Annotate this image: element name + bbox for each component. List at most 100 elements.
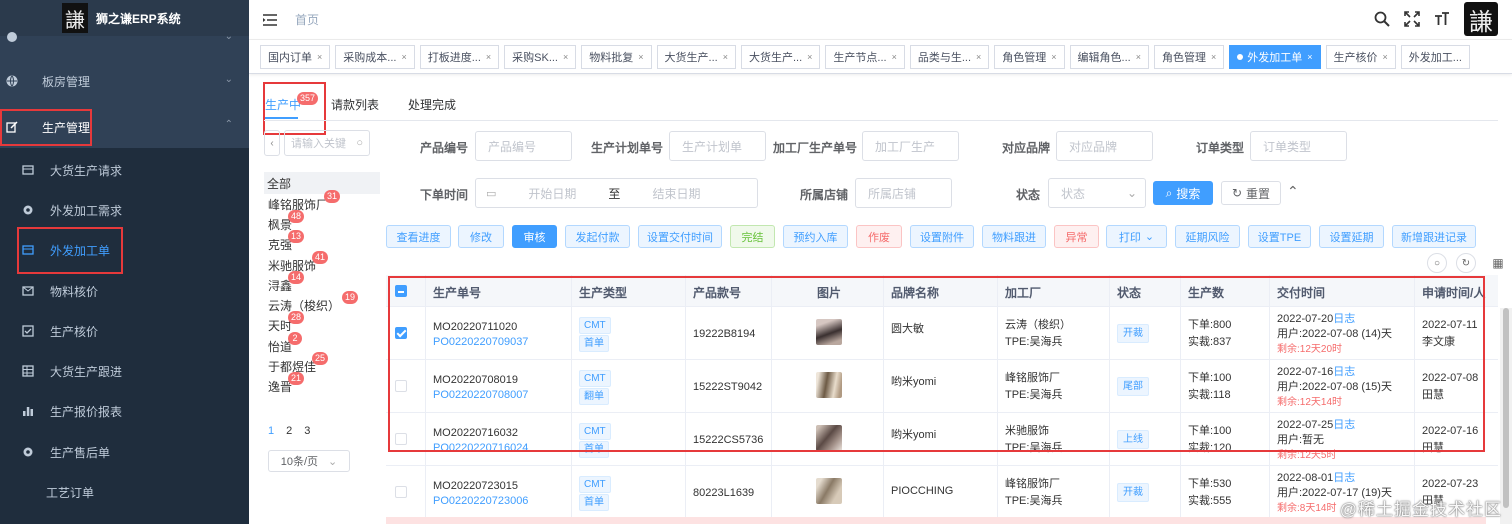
vendor-item[interactable]: 米驰服饰 41 (264, 250, 380, 275)
tag-item[interactable]: 角色管理 × (994, 44, 1065, 69)
close-icon[interactable]: × (401, 52, 406, 62)
tag-item[interactable]: 采购SK... × (504, 44, 577, 69)
set-tpe-button[interactable]: 设置TPE (1248, 225, 1311, 248)
reset-button[interactable]: ↻ 重置 (1221, 181, 1281, 205)
sidebar-item-outsource-order[interactable]: 外发加工单 (0, 230, 249, 270)
breadcrumb[interactable]: 首页 (295, 11, 319, 28)
sidebar-item-production[interactable]: 生产管理 ⌃ (0, 108, 249, 146)
row-checkbox[interactable] (395, 327, 407, 339)
search-icon[interactable]: ○ (1427, 253, 1447, 273)
add-followup-button[interactable]: 新增跟进记录 (1392, 225, 1476, 248)
product-image[interactable] (816, 372, 842, 398)
close-icon[interactable]: × (892, 52, 897, 62)
close-icon[interactable]: × (807, 52, 812, 62)
close-icon[interactable]: × (563, 52, 568, 62)
row-checkbox[interactable] (395, 433, 407, 445)
close-icon[interactable]: × (1383, 52, 1388, 62)
page-size-select[interactable]: 10条/页 ⌄ (268, 450, 350, 472)
material-followup-button[interactable]: 物料跟进 (982, 225, 1046, 248)
log-link[interactable]: 日志 (1333, 472, 1355, 484)
sidebar-item-board-room[interactable]: 板房管理 ⌄ (0, 62, 249, 100)
sidebar-item-production-pricing[interactable]: 生产核价 (0, 311, 249, 351)
table-row[interactable]: MO20220711020 PO0220220709037 CMT 首单 1922… (386, 307, 1498, 360)
close-icon[interactable]: × (1211, 52, 1216, 62)
column-settings-icon[interactable]: ▦ (1488, 253, 1508, 273)
vendor-item[interactable]: 枫景 48 (264, 209, 380, 234)
schedule-inbound-button[interactable]: 预约入库 (783, 225, 848, 248)
po-link[interactable]: PO0220220708007 (433, 387, 528, 403)
status-select[interactable]: 状态 ⌄ (1048, 178, 1146, 208)
tag-item[interactable]: 生产核价 × (1325, 44, 1396, 69)
tag-item[interactable]: 大货生产... × (656, 44, 736, 69)
view-progress-button[interactable]: 查看进度 (386, 225, 451, 248)
product-no-input[interactable]: 产品编号 (475, 131, 572, 161)
vendor-item[interactable]: 天时 28 (264, 311, 380, 336)
sidebar-item-quote-report[interactable]: 生产报价报表 (0, 391, 249, 431)
sidebar-item-material-pricing[interactable]: 物料核价 (0, 271, 249, 311)
table-row[interactable]: MO20220723015 PO0220220723006 CMT 首单 8022… (386, 466, 1498, 524)
search-icon[interactable] (1374, 11, 1390, 27)
void-button[interactable]: 作废 (856, 225, 902, 248)
close-icon[interactable]: × (723, 52, 728, 62)
po-link[interactable]: PO0220220709037 (433, 334, 528, 350)
tag-item-active[interactable]: 外发加工单 × (1229, 44, 1321, 69)
sidebar-item-outsource-demand[interactable]: 外发加工需求 (0, 190, 249, 230)
select-all-checkbox[interactable] (395, 285, 407, 297)
audit-button[interactable]: 审核 (512, 225, 557, 248)
sidebar-item-top[interactable]: ⌄ (0, 27, 249, 47)
edit-button[interactable]: 修改 (458, 225, 504, 248)
tag-item[interactable]: 物料批复 × (581, 44, 652, 69)
collapse-button[interactable]: ‹ (264, 130, 280, 156)
date-range-picker[interactable]: ▭ 开始日期 至 结束日期 (475, 178, 758, 208)
tag-item[interactable]: 采购成本... × (335, 44, 415, 69)
sidebar-item-bulk-followup[interactable]: 大货生产跟进 (0, 351, 249, 391)
close-icon[interactable]: × (976, 52, 981, 62)
product-image[interactable] (816, 319, 842, 345)
tag-item[interactable]: 角色管理 × (1153, 44, 1225, 69)
tag-item[interactable]: 品类与生... × (909, 44, 990, 69)
set-delay-button[interactable]: 设置延期 (1319, 225, 1384, 248)
tag-item[interactable]: 生产节点... × (825, 44, 905, 69)
print-dropdown-button[interactable]: 打印 ⌄ (1106, 225, 1167, 248)
close-icon[interactable]: × (638, 52, 643, 62)
vendor-all[interactable]: 全部 (264, 172, 380, 194)
row-checkbox[interactable] (395, 380, 407, 392)
order-type-input[interactable]: 订单类型 (1250, 131, 1347, 161)
fullscreen-icon[interactable] (1404, 11, 1420, 27)
finish-button[interactable]: 完结 (730, 225, 775, 248)
scrollbar-thumb[interactable] (1503, 308, 1509, 508)
set-attachment-button[interactable]: 设置附件 (910, 225, 974, 248)
vendor-item[interactable]: 逸晋 21 (264, 372, 380, 397)
log-link[interactable]: 日志 (1333, 366, 1355, 378)
payment-button[interactable]: 发起付款 (565, 225, 630, 248)
sidebar-item-aftersale[interactable]: 生产售后单 (0, 432, 249, 472)
collapse-filters-icon[interactable]: ⌃ (1287, 183, 1299, 200)
vendor-item[interactable]: 浔鑫 14 (264, 270, 380, 295)
search-button[interactable]: ⌕ 搜索 (1153, 181, 1213, 205)
log-link[interactable]: 日志 (1333, 313, 1355, 325)
avatar[interactable]: 謙 (1464, 2, 1498, 36)
plan-no-input[interactable]: 生产计划单 (669, 131, 766, 161)
close-icon[interactable]: × (486, 52, 491, 62)
tab-in-production[interactable]: 生产中357 (265, 92, 319, 113)
vendor-item[interactable]: 峰铭服饰厂 31 (264, 189, 380, 214)
tag-item[interactable]: 外发加工... (1400, 44, 1470, 69)
factory-no-input[interactable]: 加工厂生产 (862, 131, 959, 161)
table-row[interactable]: MO20220708019 PO0220220708007 CMT 翻单 1522… (386, 360, 1498, 413)
close-icon[interactable]: × (1307, 52, 1312, 62)
vendor-item[interactable]: 云涛（梭织） 19 (264, 291, 380, 315)
product-image[interactable] (816, 425, 842, 451)
refresh-icon[interactable]: ↻ (1456, 253, 1476, 273)
delay-risk-button[interactable]: 延期风险 (1175, 225, 1240, 248)
tab-completed[interactable]: 处理完成 (408, 96, 456, 113)
log-link[interactable]: 日志 (1333, 419, 1355, 431)
page-number[interactable]: 2 (286, 425, 292, 437)
tag-item[interactable]: 打板进度... × (419, 44, 500, 69)
table-row[interactable]: MO20220716032 PO0220220716024 CMT 首单 1522… (386, 413, 1498, 466)
sidebar-item-bulk-request[interactable]: 大货生产请求 (0, 150, 249, 190)
menu-toggle-icon[interactable] (263, 13, 277, 26)
tab-payment-requests[interactable]: 请款列表 (331, 96, 379, 113)
product-image[interactable] (816, 478, 842, 504)
close-icon[interactable]: × (1051, 52, 1056, 62)
tag-item[interactable]: 编辑角色... × (1069, 44, 1149, 69)
